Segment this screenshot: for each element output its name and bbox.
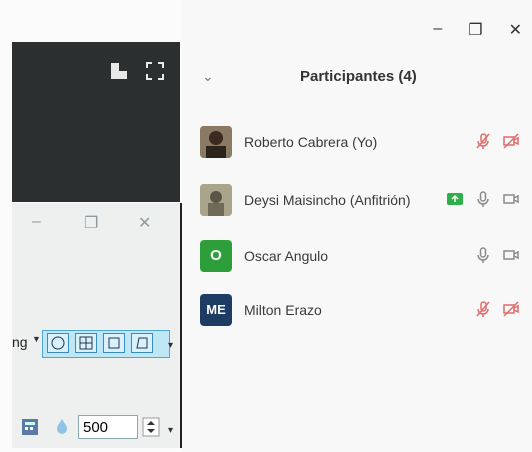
more-tools-icon[interactable]: ▾ [168, 340, 178, 351]
view-toggle-icon[interactable] [110, 62, 128, 80]
avatar [200, 126, 232, 158]
mic-icon[interactable] [474, 246, 492, 264]
participant-row[interactable]: Deysi Maisincho (Anfitrión) [182, 180, 532, 222]
person-photo-icon [200, 126, 232, 158]
participants-panel: – ❐ ✕ ⌄ Participantes (4) Roberto Cabrer… [182, 0, 532, 452]
rectangle-tool-button[interactable] [103, 333, 125, 353]
fullscreen-icon[interactable] [146, 62, 164, 80]
avatar: O [200, 240, 232, 272]
participant-controls [474, 246, 520, 264]
bg-close-icon[interactable]: ✕ [138, 213, 151, 233]
participant-name: Milton Erazo [244, 302, 322, 318]
zoom-row: 500 ▾ [12, 411, 180, 443]
background-app-window: – ❐ ✕ ng ▼ ▾ 500 ▾ [12, 203, 182, 448]
participants-header: ⌄ Participantes (4) [182, 66, 532, 92]
participant-controls [446, 190, 520, 208]
bg-minimize-icon[interactable]: – [32, 213, 41, 231]
grid-icon [79, 336, 93, 350]
mic-muted-icon[interactable] [474, 300, 492, 318]
participant-row[interactable]: ME Milton Erazo [182, 290, 532, 332]
participant-name: Oscar Angulo [244, 248, 329, 264]
participant-name: Deysi Maisincho (Anfitrión) [244, 192, 411, 208]
screen-share-icon[interactable] [446, 190, 464, 208]
person-photo-icon [200, 184, 232, 216]
ellipse-icon [51, 336, 65, 350]
grid-tool-button[interactable] [75, 333, 97, 353]
window-controls: – ❐ ✕ [433, 20, 522, 40]
chevron-down-icon[interactable]: ⌄ [202, 68, 214, 85]
mic-muted-icon[interactable] [474, 132, 492, 150]
avatar [200, 184, 232, 216]
bg-restore-icon[interactable]: ❐ [84, 213, 98, 233]
video-camera-icon[interactable] [502, 190, 520, 208]
freeform-icon [136, 337, 148, 349]
participant-row[interactable]: Roberto Cabrera (Yo) [182, 122, 532, 164]
video-off-icon[interactable] [502, 132, 520, 150]
participant-name: Roberto Cabrera (Yo) [244, 134, 378, 150]
zoom-more-icon[interactable]: ▾ [168, 425, 178, 436]
ellipse-tool-button[interactable] [47, 333, 69, 353]
mic-icon[interactable] [474, 190, 492, 208]
dropdown-caret-icon[interactable]: ▼ [32, 334, 41, 344]
freeform-tool-button[interactable] [131, 333, 153, 353]
stepper-icon[interactable] [142, 417, 160, 437]
minimize-icon[interactable]: – [433, 20, 442, 40]
toolbar-label-fragment: ng [12, 334, 28, 350]
zoom-value-input[interactable]: 500 [78, 415, 138, 439]
video-off-icon[interactable] [502, 300, 520, 318]
shape-toolbar: ng ▼ ▾ [12, 328, 180, 358]
rectangle-icon [108, 337, 120, 349]
participants-title: Participantes (4) [300, 68, 417, 85]
calculator-icon[interactable] [20, 417, 40, 437]
participant-row[interactable]: O Oscar Angulo [182, 236, 532, 278]
participant-controls [474, 300, 520, 318]
close-icon[interactable]: ✕ [509, 20, 522, 40]
drop-icon [57, 419, 67, 434]
restore-icon[interactable]: ❐ [468, 20, 482, 40]
video-camera-icon[interactable] [502, 246, 520, 264]
shape-tool-group [42, 330, 170, 358]
screen: – ❐ ✕ ng ▼ ▾ 500 ▾ – ❐ ✕ ⌄ Participantes… [0, 0, 532, 452]
avatar: ME [200, 294, 232, 326]
participant-controls [474, 132, 520, 150]
bg-window-titlebar: – ❐ ✕ [12, 203, 180, 243]
video-area [12, 42, 180, 202]
